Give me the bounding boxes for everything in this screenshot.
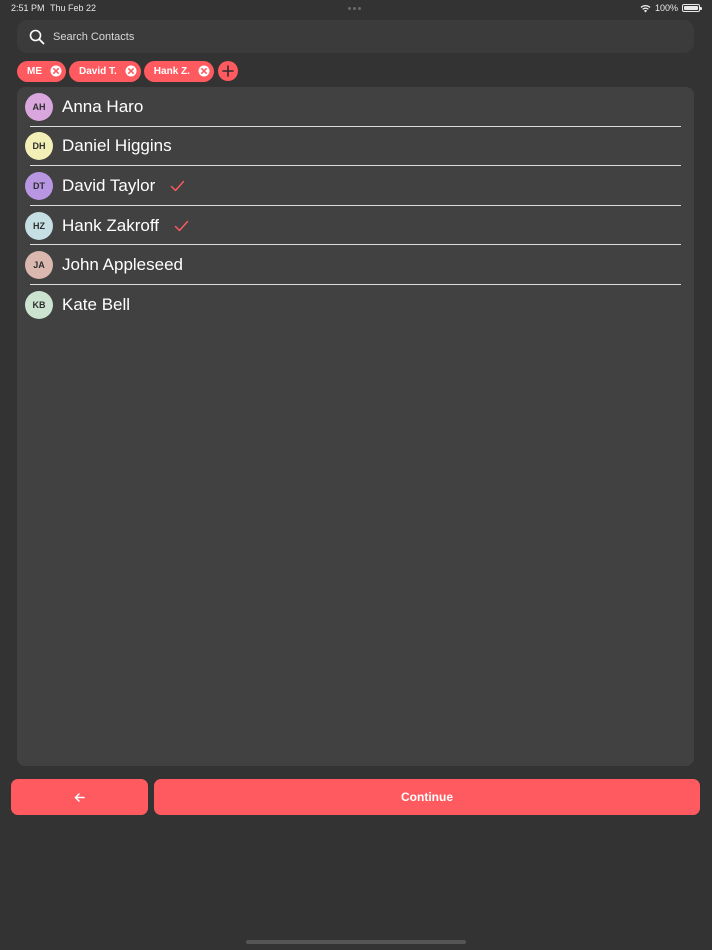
search-input[interactable] — [53, 30, 694, 43]
back-button[interactable] — [11, 779, 148, 815]
search-icon — [28, 28, 45, 45]
avatar: DT — [25, 171, 53, 200]
avatar: JA — [25, 251, 53, 280]
status-right: 100% — [640, 3, 702, 13]
remove-chip-icon[interactable] — [125, 65, 137, 77]
search-bar[interactable] — [17, 20, 694, 53]
plus-icon — [222, 65, 234, 77]
avatar: HZ — [25, 211, 53, 240]
contact-name: David Taylor — [62, 175, 156, 195]
status-bar: 2:51 PM Thu Feb 22 100% — [0, 0, 712, 18]
remove-chip-icon[interactable] — [198, 65, 210, 77]
contact-row[interactable]: AH Anna Haro — [17, 87, 694, 127]
avatar: KB — [25, 290, 53, 319]
selected-contact-chip[interactable]: Hank Z. — [143, 60, 214, 82]
wifi-icon — [640, 4, 651, 12]
avatar: AH — [25, 92, 53, 121]
checkmark-icon — [174, 220, 189, 232]
remove-chip-icon[interactable] — [50, 65, 62, 77]
multitasking-dots-icon[interactable] — [348, 7, 361, 10]
contact-name: Daniel Higgins — [62, 136, 172, 156]
chip-label: Hank Z. — [153, 65, 190, 77]
home-indicator — [246, 940, 466, 944]
contact-list: AH Anna Haro DH Daniel Higgins DT David Taylo… — [17, 87, 694, 766]
status-date: Thu Feb 22 — [50, 3, 97, 13]
contact-row[interactable]: HZ Hank Zakroff — [17, 206, 694, 246]
arrow-left-icon — [74, 792, 85, 802]
contact-name: John Appleseed — [62, 255, 183, 275]
add-contact-button[interactable] — [217, 61, 238, 81]
battery-percent: 100% — [654, 3, 678, 13]
contact-row[interactable]: JA John Appleseed — [17, 245, 694, 285]
contact-row[interactable]: KB Kate Bell — [17, 285, 694, 325]
selected-contact-chip[interactable]: David T. — [69, 60, 141, 82]
chip-label: David T. — [79, 65, 117, 77]
continue-button[interactable]: Continue — [154, 779, 700, 815]
contact-row[interactable]: DT David Taylor — [17, 166, 694, 206]
status-time: 2:51 PM — [11, 3, 45, 13]
selected-contacts-chips: ME David T. Hank Z. — [17, 60, 238, 82]
contact-row[interactable]: DH Daniel Higgins — [17, 127, 694, 167]
checkmark-icon — [170, 180, 185, 192]
chip-label: ME — [27, 65, 42, 77]
contact-name: Hank Zakroff — [62, 215, 160, 235]
contact-name: Kate Bell — [62, 294, 131, 314]
selected-contact-chip[interactable]: ME — [17, 60, 66, 82]
battery-icon — [682, 4, 702, 12]
contact-name: Anna Haro — [62, 96, 144, 116]
avatar: DH — [25, 132, 53, 161]
